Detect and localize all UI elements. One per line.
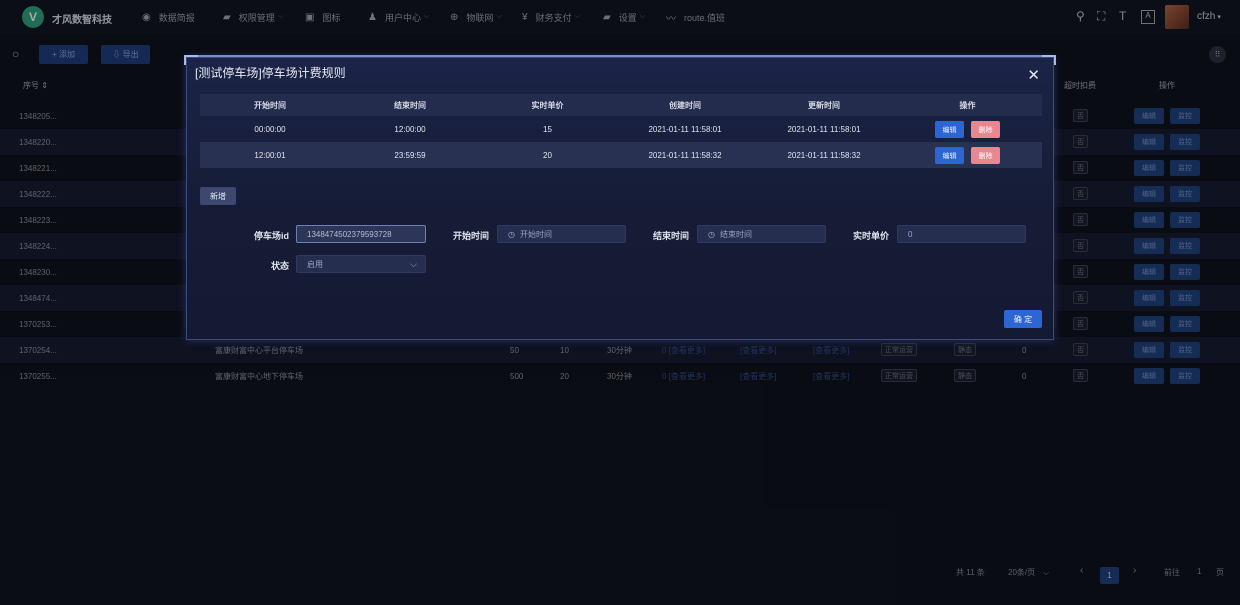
column-header-end: 结束时间	[394, 100, 426, 110]
cell-updated: 2021-01-11 11:58:01	[787, 124, 861, 134]
cell-created: 2021-01-11 11:58:01	[648, 124, 722, 134]
table-row: 12:00:01 23:59:59 20 2021-01-11 11:58:32…	[200, 142, 1042, 168]
dialog-title: [测试停车场]停车场计费规则	[195, 66, 346, 80]
start-time-placeholder: 开始时间	[519, 229, 552, 239]
start-time-label: 开始时间	[452, 231, 489, 241]
cell-start-time: 00:00:00	[254, 124, 286, 134]
end-time-picker[interactable]: ◷ 结束时间	[697, 225, 826, 243]
cell-created: 2021-01-11 11:58:32	[648, 150, 722, 160]
cell-updated: 2021-01-11 11:58:32	[787, 150, 861, 160]
lot-id-field[interactable]: 1348474502379593728	[296, 225, 426, 243]
delete-button[interactable]: 删除	[971, 147, 1000, 164]
clock-icon: ◷	[508, 229, 515, 239]
start-time-picker[interactable]: ◷ 开始时间	[497, 225, 626, 243]
status-value: 启用	[307, 259, 323, 269]
edit-button[interactable]: 编辑	[935, 121, 964, 138]
lot-id-label: 停车场id	[254, 231, 289, 241]
chevron-down-icon: ⌵	[410, 258, 417, 269]
column-header-updated: 更新时间	[808, 100, 840, 110]
column-header-ops: 操作	[959, 100, 976, 110]
column-header-start: 开始时间	[254, 100, 286, 110]
cell-start-time: 12:00:01	[254, 150, 286, 160]
billing-rules-dialog: [测试停车场]停车场计费规则 ✕ 开始时间 结束时间 实时单价 创建时间 更新时…	[184, 55, 1056, 340]
end-time-label: 结束时间	[652, 231, 689, 241]
column-header-price: 实时单价	[531, 100, 564, 110]
end-time-placeholder: 结束时间	[719, 229, 752, 239]
cell-end-time: 23:59:59	[394, 150, 426, 160]
cell-price: 15	[543, 124, 552, 134]
confirm-button[interactable]: 确 定	[1004, 310, 1042, 328]
dialog-corner-decoration	[1042, 55, 1056, 65]
clock-icon: ◷	[708, 229, 715, 239]
rules-table-header: 开始时间 结束时间 实时单价 创建时间 更新时间 操作	[200, 94, 1042, 116]
column-header-created: 创建时间	[669, 100, 701, 110]
add-rule-button[interactable]: 新增	[200, 187, 236, 205]
close-icon[interactable]: ✕	[1027, 68, 1040, 83]
price-input[interactable]: 0	[897, 225, 1026, 243]
status-label: 状态	[270, 261, 289, 271]
cell-end-time: 12:00:00	[394, 124, 426, 134]
price-label: 实时单价	[852, 231, 889, 241]
status-select[interactable]: 启用 ⌵	[296, 255, 426, 273]
table-row: 00:00:00 12:00:00 15 2021-01-11 11:58:01…	[200, 116, 1042, 142]
dialog-frame-decoration	[195, 55, 1045, 59]
delete-button[interactable]: 删除	[971, 121, 1000, 138]
cell-price: 20	[543, 150, 552, 160]
edit-button[interactable]: 编辑	[935, 147, 964, 164]
